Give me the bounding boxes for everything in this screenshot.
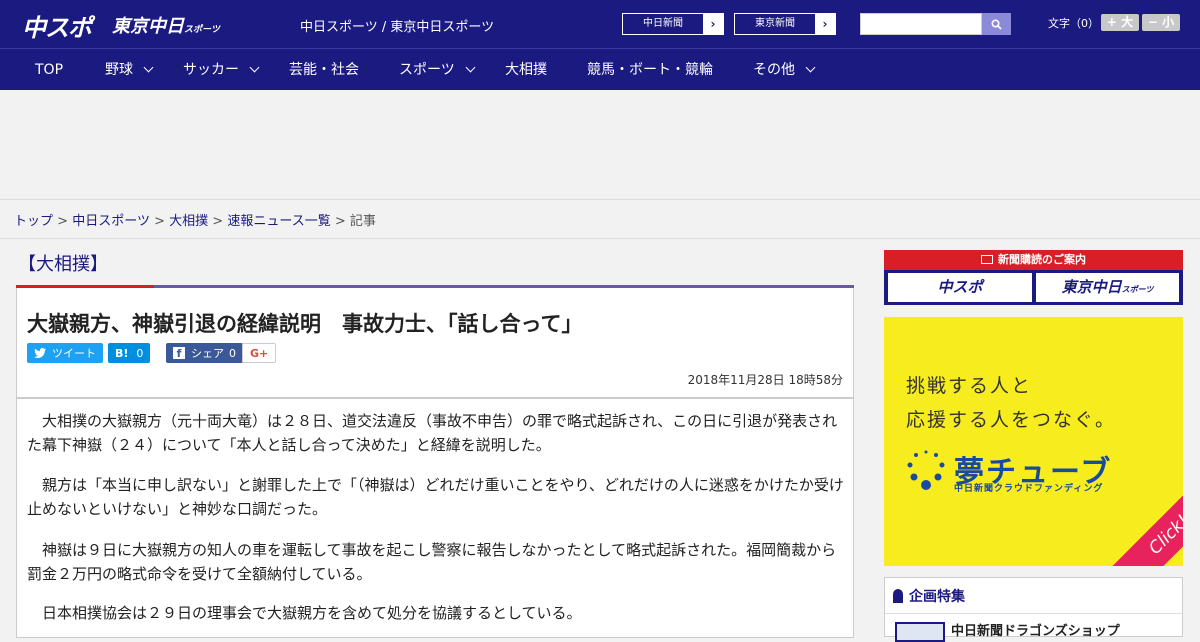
hatena-count: 0: [136, 346, 144, 360]
chunichi-shimbun-link[interactable]: 中日新聞 ›: [622, 13, 724, 35]
breadcrumb-separator: >: [154, 214, 165, 229]
article-paragraph: 神嶽は９日に大嶽親方の知人の車を運転して事故を起こし警察に報告しなかったとして略…: [27, 541, 837, 583]
breadcrumb-news-list[interactable]: 速報ニュース一覧: [227, 214, 330, 229]
facebook-share-button[interactable]: f シェア 0: [166, 343, 243, 363]
facebook-share-label: シェア: [191, 347, 224, 360]
subscription-banner: 新聞購読のご案内 中スポ 東京中日スポーツ: [884, 250, 1183, 305]
nav-label: 芸能・社会: [289, 62, 359, 78]
yume-tube-ad[interactable]: 挑戦する人と 応援する人をつなぐ。 夢チューブ 中日新聞クラウドファンディング …: [884, 317, 1183, 566]
search-button[interactable]: [982, 13, 1011, 35]
special-feature-box: 企画特集 中日新聞ドラゴンズショップ: [884, 577, 1183, 642]
chuspo-logo[interactable]: 中スポ: [22, 8, 92, 43]
nav-item-other[interactable]: その他: [753, 49, 816, 91]
chevron-down-icon: [249, 62, 260, 73]
chevron-down-icon: [465, 62, 476, 73]
breadcrumb-separator: >: [212, 214, 224, 229]
breadcrumb-divider: [0, 238, 1200, 239]
nav-item-soccer[interactable]: サッカー: [183, 49, 260, 91]
font-smaller-button[interactable]: − 小: [1142, 14, 1180, 31]
nav-label: スポーツ: [399, 62, 455, 78]
special-feature-title-text: 企画特集: [909, 589, 965, 605]
yume-tube-subtitle: 中日新聞クラウドファンディング: [954, 484, 1104, 494]
font-larger-button[interactable]: + 大: [1101, 14, 1139, 31]
subscription-title: 新聞購読のご案内: [884, 250, 1183, 270]
subscribe-tokyo-text: 東京中日: [1061, 278, 1122, 296]
nav-item-sumo[interactable]: 大相撲: [505, 49, 547, 91]
nav-label: サッカー: [183, 62, 239, 78]
article-header: 大嶽親方、神嶽引退の経緯説明 事故力士、「話し合って」 ツイート B! 0 f …: [16, 288, 854, 398]
nav-label: 競馬・ボート・競輪: [587, 62, 713, 78]
breadcrumb-separator: >: [57, 214, 69, 229]
ribbon-icon: [893, 589, 903, 603]
nav-item-racing[interactable]: 競馬・ボート・競輪: [587, 49, 713, 91]
chunichi-shimbun-label: 中日新聞: [643, 18, 683, 29]
ad-banner-area: [0, 90, 1200, 200]
article-paragraph: 大相撲の大嶽親方（元十両大竜）は２８日、道交法違反（事故不申告）の罪で略式起訴さ…: [27, 412, 838, 454]
google-plus-button[interactable]: G+: [242, 343, 277, 363]
yume-tagline-2: 応援する人をつなぐ。: [906, 409, 1117, 431]
tokyo-logo-small: スポーツ: [184, 25, 220, 35]
nav-item-baseball[interactable]: 野球: [105, 49, 154, 91]
article-paragraph: 日本相撲協会は２９日の理事会で大嶽親方を含めて処分を協議するとしている。: [42, 604, 582, 622]
yume-dots-icon: [907, 450, 945, 490]
subscription-title-text: 新聞購読のご案内: [998, 253, 1086, 266]
site-name: 中日スポーツ / 東京中日スポーツ: [300, 20, 495, 35]
nav-item-entertainment[interactable]: 芸能・社会: [289, 49, 359, 91]
nav-item-top[interactable]: TOP: [35, 49, 63, 91]
subscribe-tokyo-chunichi-button[interactable]: 東京中日スポーツ: [1036, 273, 1179, 302]
main-nav: TOP 野球 サッカー 芸能・社会 スポーツ 大相撲 競馬・ボート・競輪 その他: [0, 48, 1200, 90]
yume-tagline-1: 挑戦する人と: [906, 375, 1033, 397]
chevron-right-icon: ›: [815, 14, 835, 34]
dragons-shop-thumbnail[interactable]: [895, 622, 945, 642]
breadcrumb-chunichi-sports[interactable]: 中日スポーツ: [72, 214, 150, 229]
breadcrumb-top[interactable]: トップ: [14, 214, 53, 229]
tokyo-shimbun-link[interactable]: 東京新聞 ›: [734, 13, 836, 35]
nav-label: 野球: [105, 62, 133, 78]
facebook-share-count: 0: [229, 346, 236, 360]
article-date: 2018年11月28日 18時58分: [687, 373, 843, 387]
subscribe-tokyo-small: スポーツ: [1121, 285, 1154, 294]
chevron-right-icon: ›: [703, 14, 723, 34]
search-icon: [991, 18, 1002, 30]
newspaper-icon: [981, 255, 993, 264]
breadcrumb-current: 記事: [349, 214, 376, 229]
top-header: 中スポ 東京中日スポーツ 中日スポーツ / 東京中日スポーツ 中日新聞 › 東京…: [0, 0, 1200, 48]
tweet-button[interactable]: ツイート: [27, 343, 103, 363]
nav-item-sports[interactable]: スポーツ: [399, 49, 476, 91]
tweet-label: ツイート: [52, 347, 96, 360]
chevron-down-icon: [805, 62, 816, 73]
tokyo-logo-text: 東京中日: [112, 16, 184, 37]
special-feature-divider: [885, 613, 1182, 614]
breadcrumb-separator: >: [334, 214, 346, 229]
subscribe-chuspo-button[interactable]: 中スポ: [888, 273, 1032, 302]
article-body: 大相撲の大嶽親方（元十両大竜）は２８日、道交法違反（事故不申告）の罪で略式起訴さ…: [16, 398, 854, 638]
facebook-icon: f: [173, 347, 185, 360]
nav-label: TOP: [35, 62, 64, 78]
chevron-down-icon: [143, 62, 154, 73]
article-category: 【大相撲】: [18, 254, 108, 275]
breadcrumb-sumo[interactable]: 大相撲: [169, 214, 208, 229]
tokyo-shimbun-label: 東京新聞: [755, 18, 795, 29]
search-input[interactable]: [860, 13, 982, 35]
tokyo-chunichi-logo[interactable]: 東京中日スポーツ: [112, 12, 220, 38]
font-size-label: 文字（0）: [1048, 17, 1099, 30]
hatena-icon: B!: [115, 346, 129, 360]
hatena-bookmark-button[interactable]: B! 0: [108, 343, 151, 363]
article-paragraph: 親方は「本当に申し訳ない」と謝罪した上で「（神嶽は）どれだけ重いことをやり、どれ…: [27, 476, 844, 518]
nav-label: 大相撲: [505, 62, 547, 78]
nav-label: その他: [753, 62, 795, 78]
breadcrumb: トップ > 中日スポーツ > 大相撲 > 速報ニュース一覧 > 記事: [14, 210, 376, 229]
google-plus-icon: G+: [250, 346, 269, 360]
article-headline: 大嶽親方、神嶽引退の経緯説明 事故力士、「話し合って」: [27, 312, 583, 336]
twitter-icon: [34, 348, 46, 358]
special-feature-title: 企画特集: [893, 586, 965, 606]
